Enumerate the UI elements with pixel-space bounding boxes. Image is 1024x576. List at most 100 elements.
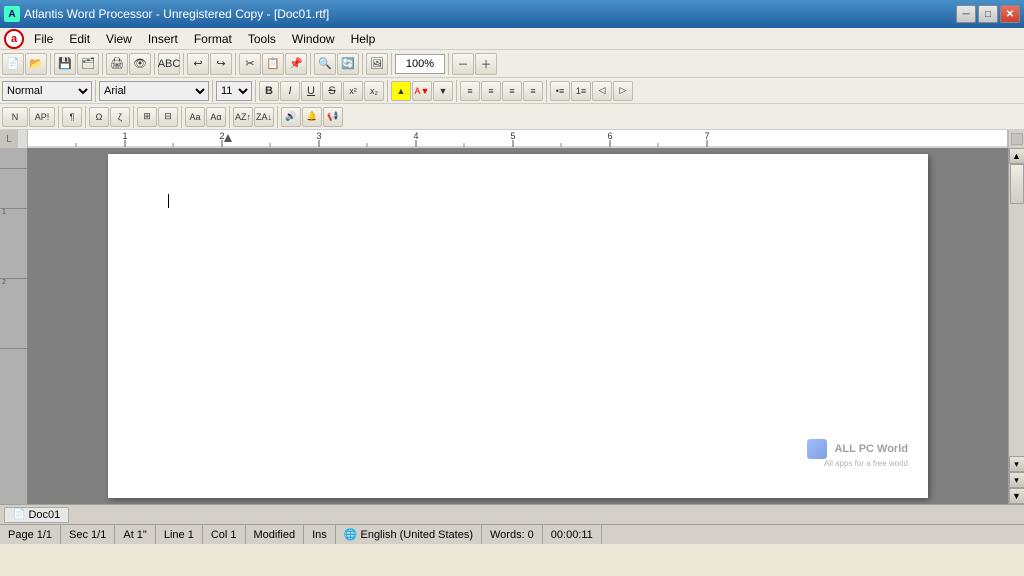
menu-file[interactable]: File [26,30,61,48]
app-icon: A [4,6,20,22]
num-list-button[interactable]: 1≡ [571,81,591,101]
save-all-button[interactable]: 🗂 [77,53,99,75]
maximize-button[interactable]: □ [978,5,998,23]
para-btn[interactable]: ¶ [62,107,82,127]
speaker-btn[interactable]: 🔊 [281,107,301,127]
align-left-button[interactable]: ≡ [460,81,480,101]
redo-button[interactable]: ↪ [210,53,232,75]
separator4 [183,53,184,75]
ap-btn[interactable]: AP! [29,107,55,127]
special-chars-btn[interactable]: Ω [89,107,109,127]
status-modified: Modified [246,525,305,544]
align-right-button[interactable]: ≡ [502,81,522,101]
superscript-button[interactable]: x² [343,81,363,101]
zoom-out-button[interactable]: － [452,53,474,75]
bullet-list-button[interactable]: •≡ [550,81,570,101]
normal-btn[interactable]: N [2,107,28,127]
table-btn[interactable]: ⊞ [137,107,157,127]
underline-button[interactable]: U [301,81,321,101]
outdent-button[interactable]: ◁ [592,81,612,101]
document-page[interactable]: ALL PC World All apps for a free world [108,154,928,498]
menu-tools[interactable]: Tools [240,30,284,48]
find-button[interactable]: 🔍 [314,53,336,75]
spell-button[interactable]: ABC [158,53,180,75]
close-button[interactable]: ✕ [1000,5,1020,23]
speaker3-btn[interactable]: 📢 [323,107,343,127]
font-color-button[interactable]: A▼ [412,81,432,101]
print-preview-button[interactable]: 👁 [129,53,151,75]
status-at: At 1" [115,525,155,544]
sep-e3 [133,106,134,128]
zoom-in-button[interactable]: ＋ [475,53,497,75]
bg-color-button[interactable]: ▼ [433,81,453,101]
aa2-btn[interactable]: Aα [206,107,226,127]
size-selector[interactable]: 11 [216,81,252,101]
zoom-input[interactable]: 100% [395,54,445,74]
scroll-down-1-button[interactable]: ▾ [1009,456,1024,472]
bold-button[interactable]: B [259,81,279,101]
ruler: 1 2 3 4 5 6 7 [28,130,1008,148]
toolbar-format: Normal Arial 11 B I U S x² x₂ ▲ A▼ ▼ ≡ ≡… [0,78,1024,104]
copy-button[interactable]: 📋 [262,53,284,75]
open-button[interactable]: 📂 [25,53,47,75]
svg-text:6: 6 [607,131,612,141]
sep-e5 [229,106,230,128]
svg-text:5: 5 [510,131,515,141]
status-time: 00:00:11 [543,525,602,544]
cut-button[interactable]: ✂ [239,53,261,75]
svg-text:4: 4 [413,131,418,141]
justify-button[interactable]: ≡ [523,81,543,101]
menu-bar: a File Edit View Insert Format Tools Win… [0,28,1024,50]
new-button[interactable]: 📄 [2,53,24,75]
table2-btn[interactable]: ⊟ [158,107,178,127]
sep-f2 [212,80,213,102]
menu-help[interactable]: Help [343,30,384,48]
print-button[interactable]: 🖨 [106,53,128,75]
separator9 [448,53,449,75]
menu-edit[interactable]: Edit [61,30,98,48]
status-bar: Page 1/1 Sec 1/1 At 1" Line 1 Col 1 Modi… [0,524,1024,544]
sep-f4 [387,80,388,102]
scroll-thumb-v[interactable] [1010,164,1024,204]
menu-insert[interactable]: Insert [140,30,186,48]
indent-button[interactable]: ▷ [613,81,633,101]
app-logo[interactable]: a [4,29,24,49]
title-bar: A Atlantis Word Processor - Unregistered… [0,0,1024,28]
sort2-btn[interactable]: ZA↓ [254,107,274,127]
strikethrough-button[interactable]: S [322,81,342,101]
font-selector[interactable]: Arial [99,81,209,101]
separator2 [102,53,103,75]
menu-view[interactable]: View [98,30,140,48]
menu-format[interactable]: Format [186,30,240,48]
speaker2-btn[interactable]: 🔔 [302,107,322,127]
subscript-button[interactable]: x₂ [364,81,384,101]
image-button[interactable]: 🖼 [366,53,388,75]
style-selector[interactable]: Normal [2,81,92,101]
status-words: Words: 0 [482,525,543,544]
save-button[interactable]: 💾 [54,53,76,75]
watermark-icon [807,439,827,459]
doc-tab-doc01[interactable]: 📄 Doc01 [4,507,69,523]
status-page: Page 1/1 [4,525,61,544]
scroll-down-2-button[interactable]: ▾ [1009,472,1024,488]
scroll-down-button[interactable]: ▼ [1009,488,1024,504]
sep-e1 [58,106,59,128]
scroll-track-v[interactable] [1009,164,1024,456]
replace-button[interactable]: 🔄 [337,53,359,75]
scroll-up-button[interactable]: ▲ [1009,148,1024,164]
ruler-corner-btn[interactable] [1011,133,1023,145]
watermark: ALL PC World All apps for a free world [807,439,908,468]
highlight-button[interactable]: ▲ [391,81,411,101]
symbol-btn[interactable]: ζ [110,107,130,127]
doc-container[interactable]: ALL PC World All apps for a free world [28,148,1008,504]
menu-window[interactable]: Window [284,30,343,48]
align-center-button[interactable]: ≡ [481,81,501,101]
minimize-button[interactable]: ─ [956,5,976,23]
paste-button[interactable]: 📌 [285,53,307,75]
window-controls: ─ □ ✕ [956,5,1020,23]
aa-btn[interactable]: Aa [185,107,205,127]
undo-button[interactable]: ↩ [187,53,209,75]
italic-button[interactable]: I [280,81,300,101]
sort-btn[interactable]: AZ↑ [233,107,253,127]
main-area: 1 2 ALL PC World All apps for a free wor… [0,148,1024,504]
